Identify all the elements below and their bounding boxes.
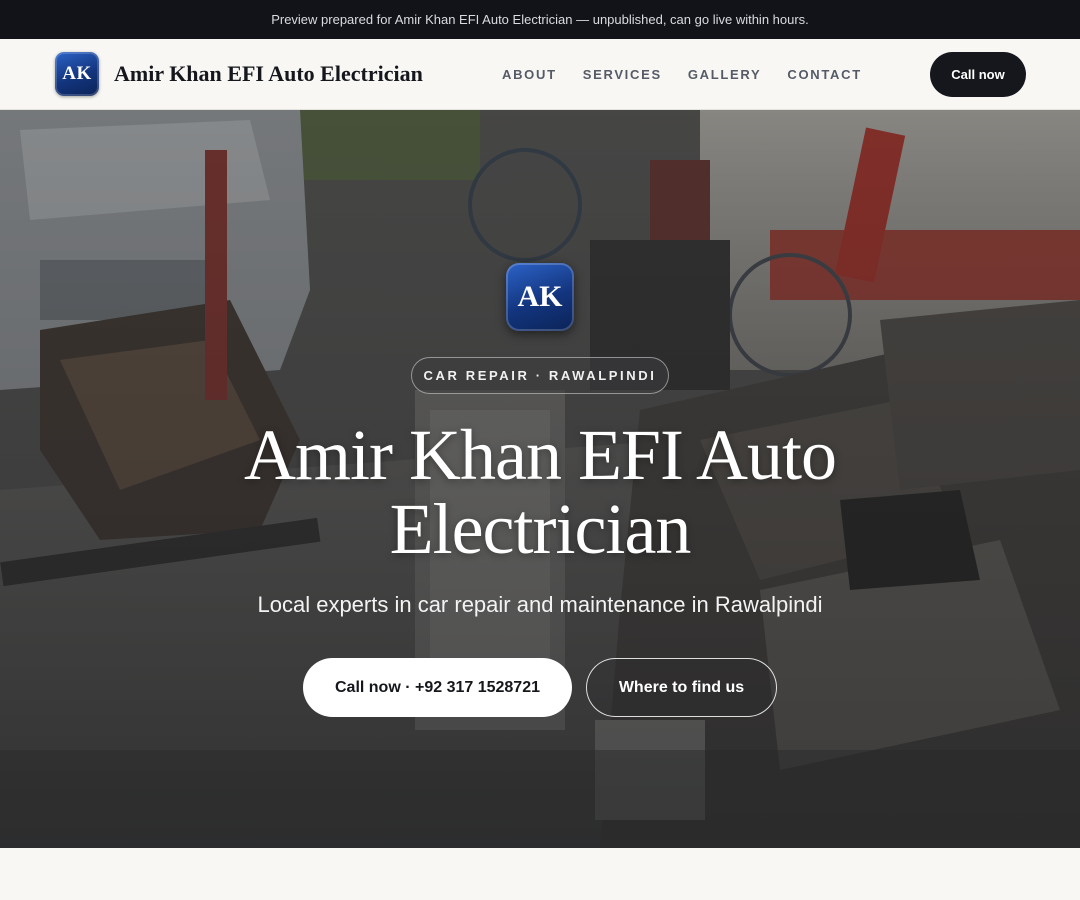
hero-logo-initials: AK [517,280,563,313]
nav-services[interactable]: SERVICES [583,67,662,82]
hero-call-button[interactable]: Call now · +92 317 1528721 [303,658,572,717]
main-nav: ABOUT SERVICES GALLERY CONTACT [502,39,862,110]
hero-title: Amir Khan EFI Auto Electrician [244,415,837,569]
nav-gallery[interactable]: GALLERY [688,67,762,82]
hero-subtitle: Local experts in car repair and maintena… [257,592,823,617]
site-header: AK Amir Khan EFI Auto Electrician ABOUT … [0,39,1080,110]
hero-tagline-pill: CAR REPAIR · RAWALPINDI [411,357,669,394]
header-call-button[interactable]: Call now [930,52,1026,97]
brand-name[interactable]: Amir Khan EFI Auto Electrician [114,61,423,87]
logo-badge[interactable]: AK [55,52,99,96]
nav-contact[interactable]: CONTACT [787,67,861,82]
logo-initials: AK [62,63,92,84]
nav-about[interactable]: ABOUT [502,67,557,82]
hero-section: AK CAR REPAIR · RAWALPINDI Amir Khan EFI… [0,110,1080,848]
preview-banner: Preview prepared for Amir Khan EFI Auto … [0,0,1080,39]
preview-banner-text: Preview prepared for Amir Khan EFI Auto … [271,12,809,27]
hero-logo-badge: AK [506,263,574,331]
next-section [0,848,1080,900]
hero-content: AK CAR REPAIR · RAWALPINDI Amir Khan EFI… [0,110,1080,848]
hero-location-button[interactable]: Where to find us [586,658,777,717]
